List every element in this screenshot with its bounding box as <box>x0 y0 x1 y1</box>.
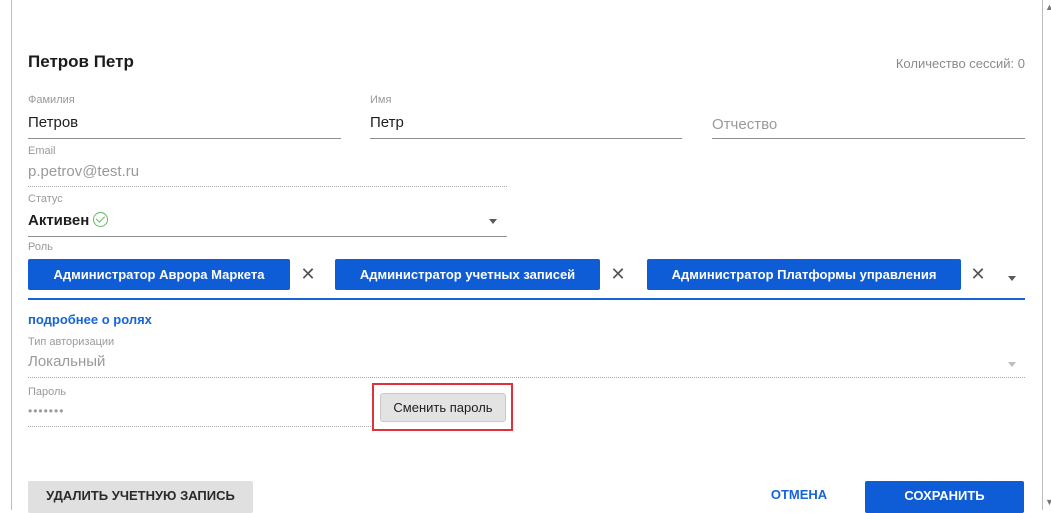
last-name-field[interactable]: Фамилия Петров <box>28 94 341 140</box>
page-title: Петров Петр <box>28 52 134 71</box>
status-dropdown-caret-icon[interactable] <box>489 219 497 224</box>
save-button[interactable]: СОХРАНИТЬ <box>865 481 1024 513</box>
delete-account-button[interactable]: УДАЛИТЬ УЧЕТНУЮ ЗАПИСЬ <box>28 481 253 513</box>
remove-role-platform-admin-icon[interactable]: ✕ <box>968 264 988 284</box>
middle-name-placeholder[interactable]: Отчество <box>712 116 777 133</box>
remove-role-accounts-admin-icon[interactable]: ✕ <box>608 264 628 284</box>
role-label: Роль <box>28 241 53 253</box>
remove-role-aurora-market-icon[interactable]: ✕ <box>298 264 318 284</box>
first-name-underline <box>370 138 682 139</box>
status-underline <box>28 236 507 237</box>
auth-type-dropdown-caret-icon <box>1008 362 1016 367</box>
auth-type-underline <box>28 377 1025 378</box>
status-select[interactable]: Статус Активен <box>28 193 507 237</box>
role-chip-accounts-admin[interactable]: Администратор учетных записей <box>335 259 600 290</box>
role-dropdown-caret-icon[interactable] <box>1008 276 1016 281</box>
scroll-down-icon[interactable]: ▼ <box>1045 497 1051 507</box>
change-password-button[interactable]: Сменить пароль <box>380 393 506 422</box>
last-name-underline <box>28 138 341 139</box>
check-circle-icon <box>93 212 109 227</box>
dialog-left-border <box>11 0 12 510</box>
first-name-field[interactable]: Имя Петр <box>370 94 682 140</box>
dialog-right-border <box>1042 0 1043 510</box>
password-masked-value: ••••••• <box>28 404 65 418</box>
email-field: Email p.petrov@test.ru <box>28 145 507 187</box>
email-value: p.petrov@test.ru <box>28 163 140 180</box>
first-name-value[interactable]: Петр <box>370 114 404 131</box>
last-name-value[interactable]: Петров <box>28 114 78 131</box>
roles-details-link[interactable]: подробнее о ролях <box>28 312 152 327</box>
email-label: Email <box>28 145 56 157</box>
middle-name-field[interactable]: Отчество <box>712 94 1025 140</box>
first-name-label: Имя <box>370 94 392 106</box>
status-value: Активен <box>28 212 90 229</box>
cancel-button[interactable]: ОТМЕНА <box>755 485 843 505</box>
auth-type-select: Тип авторизации Локальный <box>28 336 1025 378</box>
status-value-row: Активен <box>28 212 109 229</box>
email-underline <box>28 186 507 187</box>
role-chip-platform-admin[interactable]: Администратор Платформы управления <box>647 259 961 290</box>
auth-type-label: Тип авторизации <box>28 336 115 348</box>
middle-name-underline <box>712 138 1025 139</box>
password-underline <box>28 426 371 427</box>
session-count: Количество сессий: 0 <box>895 56 1025 71</box>
role-field-underline <box>28 298 1025 300</box>
role-chip-aurora-market[interactable]: Администратор Аврора Маркета <box>28 259 290 290</box>
status-label: Статус <box>28 193 63 205</box>
last-name-label: Фамилия <box>28 94 75 106</box>
password-field: Пароль ••••••• <box>28 386 371 428</box>
scroll-up-icon[interactable]: ▲ <box>1045 2 1051 12</box>
password-label: Пароль <box>28 386 67 398</box>
auth-type-value: Локальный <box>28 353 106 370</box>
